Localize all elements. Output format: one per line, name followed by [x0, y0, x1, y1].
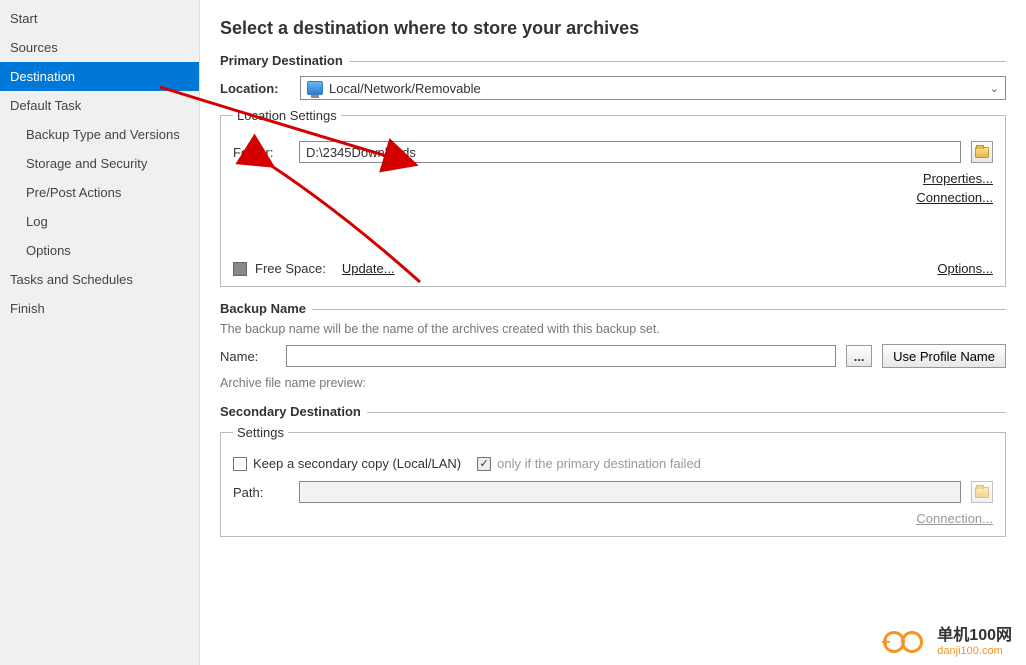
watermark: + 单机100网 danji100.com: [883, 627, 1012, 657]
monitor-icon: [307, 81, 323, 95]
connection-link[interactable]: Connection...: [916, 190, 993, 205]
only-if-label: only if the primary destination failed: [497, 456, 701, 471]
sidebar-item-backup-type[interactable]: Backup Type and Versions: [0, 120, 199, 149]
sidebar-item-sources[interactable]: Sources: [0, 33, 199, 62]
folder-input[interactable]: D:\2345Downloads: [299, 141, 961, 163]
primary-heading: Primary Destination: [220, 53, 1006, 68]
secondary-connection-link: Connection...: [916, 511, 993, 526]
location-value: Local/Network/Removable: [329, 81, 481, 96]
secondary-settings-box: Settings Keep a secondary copy (Local/LA…: [220, 425, 1006, 537]
sidebar-item-default-task[interactable]: Default Task: [0, 91, 199, 120]
name-label: Name:: [220, 349, 276, 364]
location-label: Location:: [220, 81, 290, 96]
keep-copy-checkbox[interactable]: [233, 457, 247, 471]
main-panel: Select a destination where to store your…: [200, 0, 1026, 665]
archive-preview-label: Archive file name preview:: [220, 376, 1006, 390]
secondary-heading: Secondary Destination: [220, 404, 1006, 419]
sidebar-item-start[interactable]: Start: [0, 4, 199, 33]
watermark-sub: danji100.com: [937, 645, 1012, 657]
use-profile-name-button[interactable]: Use Profile Name: [882, 344, 1006, 368]
sidebar-item-prepost[interactable]: Pre/Post Actions: [0, 178, 199, 207]
chevron-down-icon: ⌄: [990, 82, 999, 95]
location-dropdown[interactable]: Local/Network/Removable ⌄: [300, 76, 1006, 100]
sidebar-item-tasks-schedules[interactable]: Tasks and Schedules: [0, 265, 199, 294]
sidebar-item-storage-security[interactable]: Storage and Security: [0, 149, 199, 178]
location-settings-legend: Location Settings: [233, 108, 341, 123]
browse-folder-button[interactable]: [971, 141, 993, 163]
sidebar-item-log[interactable]: Log: [0, 207, 199, 236]
keep-copy-label: Keep a secondary copy (Local/LAN): [253, 456, 461, 471]
options-link[interactable]: Options...: [937, 261, 993, 276]
sidebar-item-destination[interactable]: Destination: [0, 62, 199, 91]
sidebar: Start Sources Destination Default Task B…: [0, 0, 200, 665]
secondary-settings-legend: Settings: [233, 425, 288, 440]
sidebar-item-options[interactable]: Options: [0, 236, 199, 265]
page-title: Select a destination where to store your…: [220, 18, 1006, 39]
browse-path-button: [971, 481, 993, 503]
location-settings-box: Location Settings Folder: D:\2345Downloa…: [220, 108, 1006, 287]
watermark-main: 单机100网: [937, 627, 1012, 645]
path-label: Path:: [233, 485, 289, 500]
folder-label: Folder:: [233, 145, 289, 160]
backup-heading: Backup Name: [220, 301, 1006, 316]
properties-link[interactable]: Properties...: [923, 171, 993, 186]
name-browse-button[interactable]: ...: [846, 345, 872, 367]
folder-icon: [975, 487, 989, 498]
only-if-checkbox: [477, 457, 491, 471]
update-link[interactable]: Update...: [342, 261, 395, 276]
path-input: [299, 481, 961, 503]
watermark-logo-icon: +: [883, 627, 931, 657]
sidebar-item-finish[interactable]: Finish: [0, 294, 199, 323]
stop-icon: [233, 262, 247, 276]
backup-desc: The backup name will be the name of the …: [220, 322, 1006, 336]
free-space-label: Free Space:: [255, 261, 326, 276]
name-input[interactable]: [286, 345, 836, 367]
folder-icon: [975, 147, 989, 158]
